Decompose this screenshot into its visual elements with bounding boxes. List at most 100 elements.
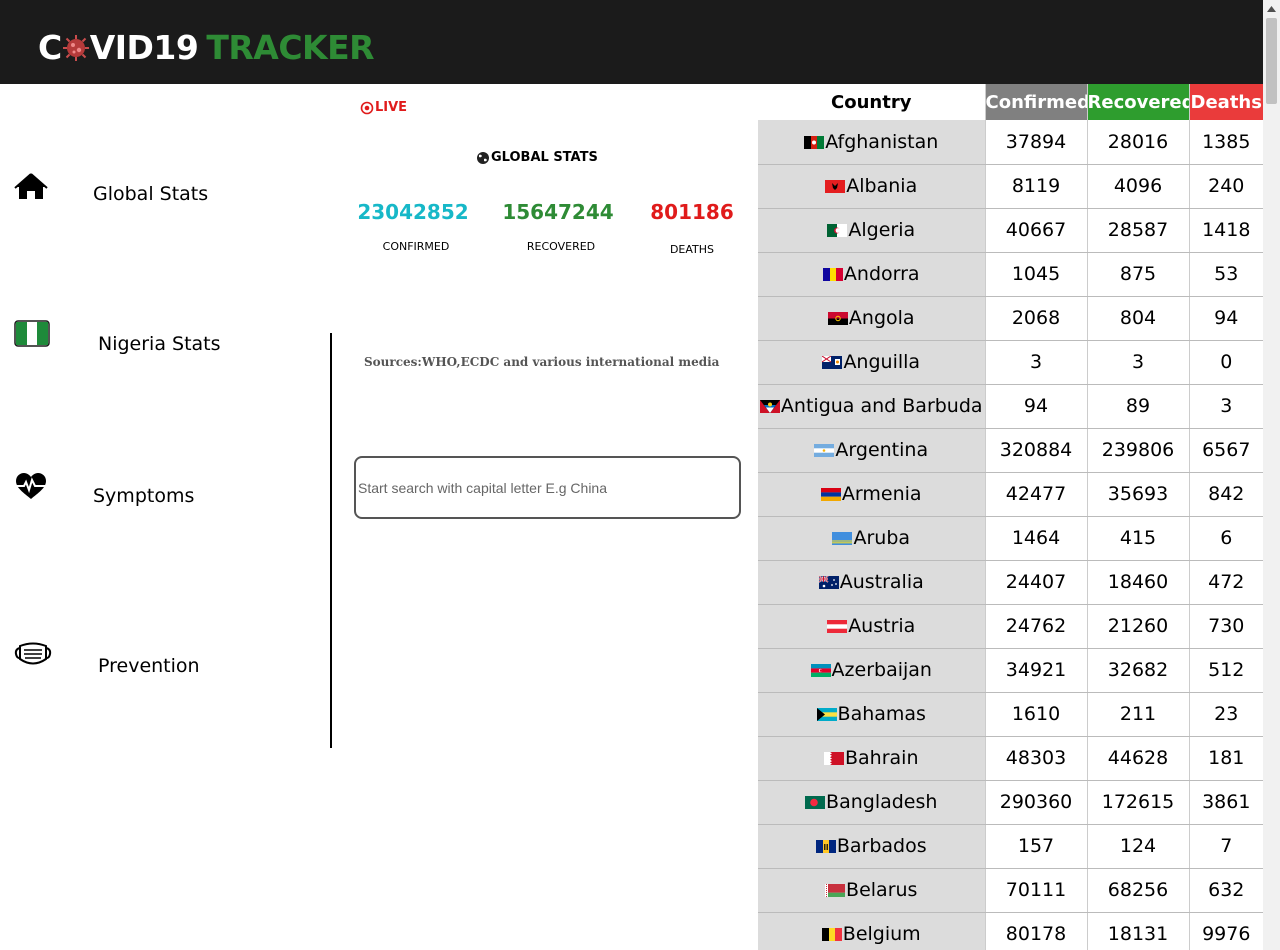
table-row[interactable]: Andorra 1045 875 53 [758,252,1263,297]
country-cell: Australia [758,560,985,605]
header-deaths[interactable]: Deaths [1188,84,1263,120]
table-row[interactable]: Armenia 42477 35693 842 [758,472,1263,517]
confirmed-cell: 48303 [984,736,1087,781]
recovered-cell: 21260 [1086,604,1189,649]
heartbeat-icon [16,473,46,499]
country-name: Australia [839,571,924,593]
confirmed-cell: 1464 [984,516,1087,561]
deaths-cell: 730 [1188,604,1263,649]
logo-accent: TRACKER [206,28,375,67]
sidebar-item-symptoms[interactable]: Symptoms [0,472,260,512]
recovered-cell: 18131 [1086,912,1189,950]
country-cell: Austria [758,604,985,649]
flag-bahamas-icon [816,708,837,721]
country-search-input[interactable] [354,456,741,519]
recovered-label: RECOVERED [526,240,596,253]
sidebar-item-global-stats[interactable]: Global Stats [0,172,260,212]
table-row[interactable]: Bahrain 48303 44628 181 [758,736,1263,781]
globe-icon [477,151,489,164]
table-row[interactable]: Aruba 1464 415 6 [758,516,1263,561]
table-row[interactable]: Belgium 80178 18131 9976 [758,912,1263,950]
country-cell: Azerbaijan [758,648,985,693]
country-cell: Bangladesh [758,780,985,825]
confirmed-cell: 1610 [984,692,1087,737]
deaths-cell: 9976 [1188,912,1263,950]
flag-anguilla-icon [822,356,843,369]
sidebar-item-prevention[interactable]: Prevention [0,640,260,680]
table-row[interactable]: Austria 24762 21260 730 [758,604,1263,649]
page-scrollbar[interactable] [1263,0,1280,950]
top-bar: C VID19 TRACKER [0,0,1263,84]
deaths-cell: 0 [1188,340,1263,385]
sidebar-item-nigeria-stats[interactable]: Nigeria Stats [0,320,260,360]
confirmed-cell: 24407 [984,560,1087,605]
confirmed-count: 23042852 [357,200,469,224]
confirmed-cell: 37894 [984,120,1087,165]
country-name: Anguilla [843,351,921,373]
deaths-cell: 7 [1188,824,1263,869]
table-row[interactable]: Bahamas 1610 211 23 [758,692,1263,737]
country-name: Austria [848,615,916,637]
table-row[interactable]: Anguilla 3 3 0 [758,340,1263,385]
flag-angola-icon [827,312,848,325]
country-name: Afghanistan [825,130,939,153]
country-name: Argentina [835,439,929,461]
flag-australia-icon [818,576,839,589]
recovered-cell: 124 [1086,824,1189,869]
sidebar-item-label: Symptoms [93,485,195,507]
country-cell: Barbados [758,824,985,869]
deaths-count: 801186 [650,200,734,224]
country-name: Antigua and Barbuda [780,395,983,417]
header-confirmed[interactable]: Confirmed [984,84,1087,120]
sidebar-item-label: Nigeria Stats [98,333,221,355]
deaths-cell: 632 [1188,868,1263,913]
flag-austria-icon [827,620,848,633]
confirmed-label: CONFIRMED [382,240,450,253]
table-header-row: Country Confirmed Recovered Deaths [758,84,1263,120]
country-cell: Armenia [758,472,985,517]
deaths-cell: 3861 [1188,780,1263,825]
live-label: LIVE [375,100,408,115]
country-cell: Belgium [758,912,985,950]
country-table-container[interactable]: Country Confirmed Recovered Deaths Afgha… [758,84,1263,950]
recovered-cell: 3 [1086,340,1189,385]
table-row[interactable]: Antigua and Barbuda 94 89 3 [758,384,1263,429]
table-row[interactable]: Barbados 157 124 7 [758,824,1263,869]
table-row[interactable]: Bangladesh 290360 172615 3861 [758,780,1263,825]
recovered-cell: 875 [1086,252,1189,297]
country-name: Andorra [843,263,920,285]
table-row[interactable]: Australia 24407 18460 472 [758,560,1263,605]
recovered-cell: 28016 [1086,120,1189,165]
header-country[interactable]: Country [758,84,985,120]
flag-argentina-icon [814,444,835,457]
confirmed-cell: 2068 [984,296,1087,341]
deaths-cell: 1418 [1188,208,1263,253]
scrollbar-thumb[interactable] [1266,18,1277,104]
country-cell: Aruba [758,516,985,561]
country-cell: Bahamas [758,692,985,737]
live-dot-icon [360,101,374,114]
scroll-up-arrow-icon[interactable] [1263,0,1280,17]
country-stats-table: Country Confirmed Recovered Deaths Afgha… [758,84,1263,950]
deaths-cell: 472 [1188,560,1263,605]
table-row[interactable]: Azerbaijan 34921 32682 512 [758,648,1263,693]
recovered-cell: 415 [1086,516,1189,561]
header-recovered[interactable]: Recovered [1086,84,1189,120]
table-row[interactable]: Albania 8119 4096 240 [758,164,1263,209]
sidebar-divider [330,333,332,748]
country-name: Armenia [841,483,922,505]
table-row[interactable]: Angola 2068 804 94 [758,296,1263,341]
table-row[interactable]: Belarus 70111 68256 632 [758,868,1263,913]
flag-belarus-icon [825,884,846,897]
site-logo[interactable]: C VID19 TRACKER [38,28,375,67]
table-row[interactable]: Argentina 320884 239806 6567 [758,428,1263,473]
recovered-cell: 4096 [1086,164,1189,209]
table-row[interactable]: Algeria 40667 28587 1418 [758,208,1263,253]
table-row[interactable]: Afghanistan 37894 28016 1385 [758,120,1263,165]
confirmed-cell: 157 [984,824,1087,869]
deaths-cell: 94 [1188,296,1263,341]
recovered-cell: 239806 [1086,428,1189,473]
country-cell: Belarus [758,868,985,913]
logo-prefix: C [38,28,62,67]
country-name: Bangladesh [826,791,938,813]
